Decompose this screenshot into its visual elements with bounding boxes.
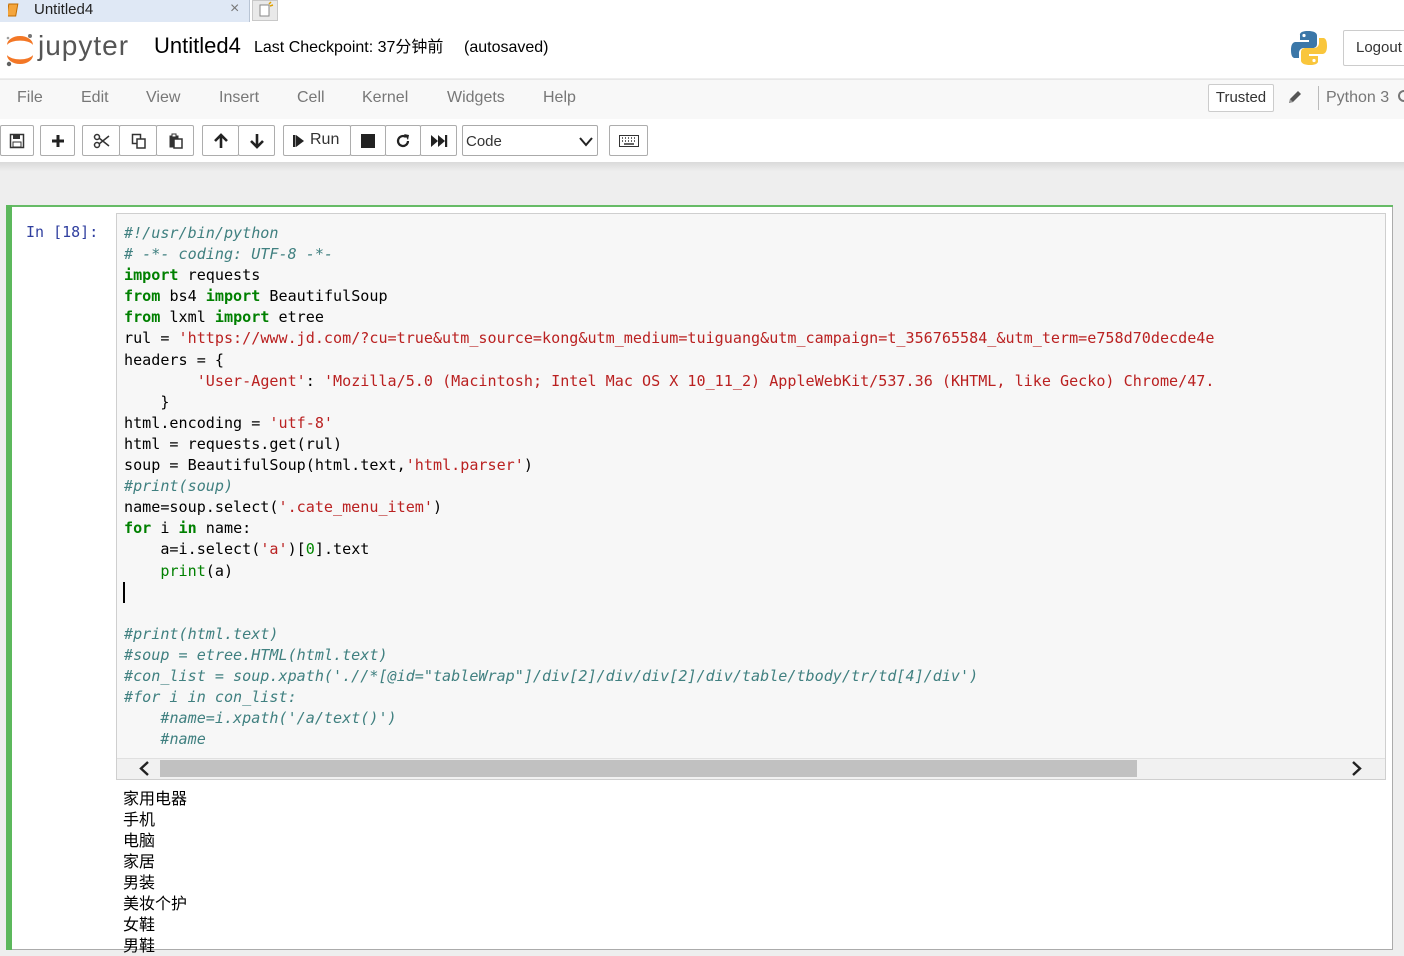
code-editor[interactable]: #!/usr/bin/python # -*- coding: UTF-8 -*… — [116, 213, 1386, 780]
tab-close-icon[interactable]: × — [230, 0, 239, 18]
scroll-right-icon[interactable] — [1350, 760, 1364, 777]
interrupt-kernel-button[interactable] — [350, 125, 386, 156]
output-line: 女鞋 — [123, 915, 156, 934]
save-button[interactable] — [0, 125, 34, 156]
restart-run-all-button[interactable] — [420, 125, 457, 156]
menu-kernel[interactable]: Kernel — [362, 88, 408, 108]
cut-button[interactable] — [82, 125, 120, 156]
menu-cell[interactable]: Cell — [297, 88, 325, 108]
output-line: 电脑 — [123, 831, 156, 850]
save-icon — [9, 133, 25, 149]
keyboard-icon — [619, 135, 639, 147]
selected-cell-border — [12, 205, 1393, 207]
menu-edit[interactable]: Edit — [81, 88, 109, 108]
command-palette-button[interactable] — [609, 125, 648, 156]
step-forward-icon — [293, 135, 304, 147]
copy-icon — [131, 133, 146, 149]
browser-tab-title: Untitled4 — [34, 1, 94, 18]
run-label: Run — [310, 131, 340, 148]
scrollbar-thumb[interactable] — [160, 760, 1137, 777]
chevron-down-icon — [579, 137, 593, 147]
trusted-indicator[interactable]: Trusted — [1208, 84, 1274, 112]
text-cursor — [123, 582, 125, 603]
restart-kernel-button[interactable] — [385, 125, 421, 156]
header-shadow — [0, 162, 1404, 186]
scroll-left-icon[interactable] — [137, 760, 151, 777]
plus-icon — [52, 135, 64, 147]
arrow-up-icon — [214, 133, 228, 148]
kernel-separator — [1318, 86, 1319, 110]
copy-button[interactable] — [119, 125, 157, 156]
menu-insert[interactable]: Insert — [219, 88, 259, 108]
menubar — [0, 79, 1404, 120]
menu-view[interactable]: View — [146, 88, 180, 108]
paste-icon — [169, 133, 183, 149]
cell-output: 家用电器手机电脑家居男装美妆个护女鞋男鞋 — [123, 788, 187, 956]
notebook-name[interactable]: Untitled4 — [154, 32, 241, 60]
pencil-icon[interactable] — [1287, 89, 1303, 105]
output-line: 家用电器 — [123, 789, 188, 808]
paste-button[interactable] — [156, 125, 194, 156]
jupyter-logo-text[interactable]: jupyter — [38, 26, 129, 66]
insert-cell-button[interactable] — [40, 125, 75, 156]
output-line: 美妆个护 — [123, 894, 188, 913]
kernel-idle-icon — [1398, 90, 1404, 102]
menu-widgets[interactable]: Widgets — [447, 88, 505, 108]
jupyter-logo-icon[interactable] — [4, 32, 36, 68]
notebook-tab-icon — [8, 3, 19, 17]
menu-file[interactable]: File — [17, 88, 43, 108]
output-line: 男鞋 — [123, 936, 156, 955]
last-checkpoint: Last Checkpoint: 37分钟前 — [254, 39, 444, 56]
move-up-button[interactable] — [202, 125, 239, 156]
scissors-icon — [93, 133, 110, 149]
fast-forward-icon — [431, 135, 448, 147]
code-text[interactable]: #!/usr/bin/python # -*- coding: UTF-8 -*… — [124, 223, 1214, 750]
restart-icon — [396, 134, 410, 148]
move-down-button[interactable] — [238, 125, 275, 156]
output-line: 手机 — [123, 810, 156, 829]
input-prompt: In [18]: — [26, 223, 99, 241]
cell-type-value: Code — [466, 133, 502, 150]
output-line: 家居 — [123, 852, 156, 871]
kernel-name: Python 3 — [1326, 89, 1390, 106]
new-tab-icon — [259, 1, 274, 17]
new-tab-button[interactable] — [252, 0, 278, 21]
arrow-down-icon — [250, 134, 264, 149]
output-line: 男装 — [123, 873, 156, 892]
stop-icon — [361, 134, 375, 148]
menu-help[interactable]: Help — [543, 88, 576, 108]
autosave-status: (autosaved) — [464, 39, 549, 56]
logout-button[interactable]: Logout — [1343, 30, 1404, 66]
selected-cell-indicator — [6, 205, 12, 950]
python-logo-icon — [1291, 31, 1327, 65]
